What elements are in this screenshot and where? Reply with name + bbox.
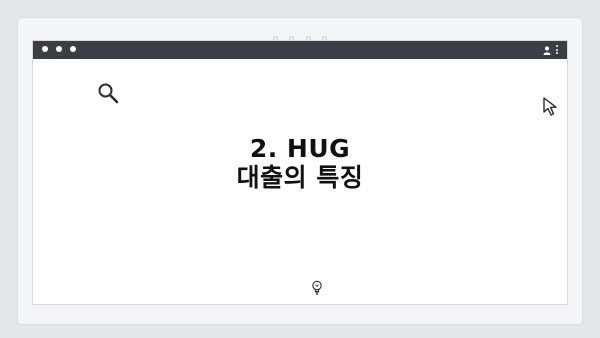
user-icon[interactable] bbox=[543, 46, 551, 55]
browser-window: 2. HUG 대출의 특징 bbox=[32, 40, 568, 305]
slide-title-line2: 대출의 특징 bbox=[236, 163, 364, 192]
window-control-dot[interactable] bbox=[42, 46, 48, 52]
slide-frame: 2. HUG 대출의 특징 bbox=[17, 17, 583, 325]
window-control-dot[interactable] bbox=[56, 46, 63, 52]
kebab-menu-icon[interactable] bbox=[556, 45, 559, 55]
slide-title: 2. HUG 대출의 특징 bbox=[33, 134, 567, 192]
cursor-icon bbox=[543, 97, 557, 116]
search-icon bbox=[98, 83, 119, 104]
window-controls bbox=[42, 46, 79, 65]
window-control-dot[interactable] bbox=[70, 46, 77, 52]
window-titlebar bbox=[33, 41, 567, 59]
slide-title-line1: 2. HUG bbox=[249, 134, 351, 163]
lightbulb-icon bbox=[312, 280, 322, 295]
